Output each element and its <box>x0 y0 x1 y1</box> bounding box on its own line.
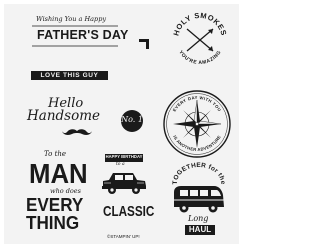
youre-amazing-text: YOU'RE AMAZING <box>177 49 222 66</box>
stamp-sheet: Wishing You a Happy FATHER'S DAY LOVE TH… <box>4 4 239 244</box>
handsome-text: Handsome <box>27 108 101 124</box>
flourish-line-bottom <box>32 45 118 47</box>
to-a-text: to a <box>116 162 125 167</box>
thing-text: THING <box>26 213 80 233</box>
together-arch-text: TOGETHER for the <box>172 162 226 185</box>
long-text: Long <box>188 214 209 223</box>
brand-footer: ©STAMPIN' UP! <box>107 234 140 239</box>
holy-smokes-seal-icon: HOLY SMOKES YOU'RE AMAZING <box>171 11 228 66</box>
compass-seal-icon: EVERY DAY WITH YOU IS ANOTHER ADVENTURE <box>163 90 231 158</box>
no1-text: No. 1 <box>121 115 143 124</box>
svg-text:YOU'RE AMAZING: YOU'RE AMAZING <box>177 49 222 66</box>
corner-bracket-icon <box>139 39 149 49</box>
together-text: TOGETHER for the <box>172 162 226 185</box>
haul-banner: HAUL <box>185 225 215 235</box>
who-does-text: who does <box>50 187 81 195</box>
love-this-guy-banner: LOVE THIS GUY <box>31 71 108 80</box>
every-text: EVERY <box>26 195 84 215</box>
camper-van-icon <box>174 186 224 213</box>
holy-smokes-text: HOLY SMOKES <box>171 11 228 37</box>
happy-birthday-banner: HAPPY BIRTHDAY <box>105 154 143 162</box>
classic-car-icon <box>102 173 146 194</box>
svg-text:TOGETHER for the: TOGETHER for the <box>172 162 226 185</box>
no1-badge: No. 1 <box>121 110 143 132</box>
fathers-day-text: FATHER'S DAY <box>37 28 129 42</box>
svg-text:HOLY SMOKES: HOLY SMOKES <box>171 11 228 37</box>
mustache-icon <box>62 129 92 135</box>
man-text: MAN <box>29 158 88 189</box>
classic-text: CLASSIC <box>103 203 155 220</box>
to-the-text: To the <box>44 150 67 158</box>
wishing-text: Wishing You a Happy <box>36 15 107 23</box>
